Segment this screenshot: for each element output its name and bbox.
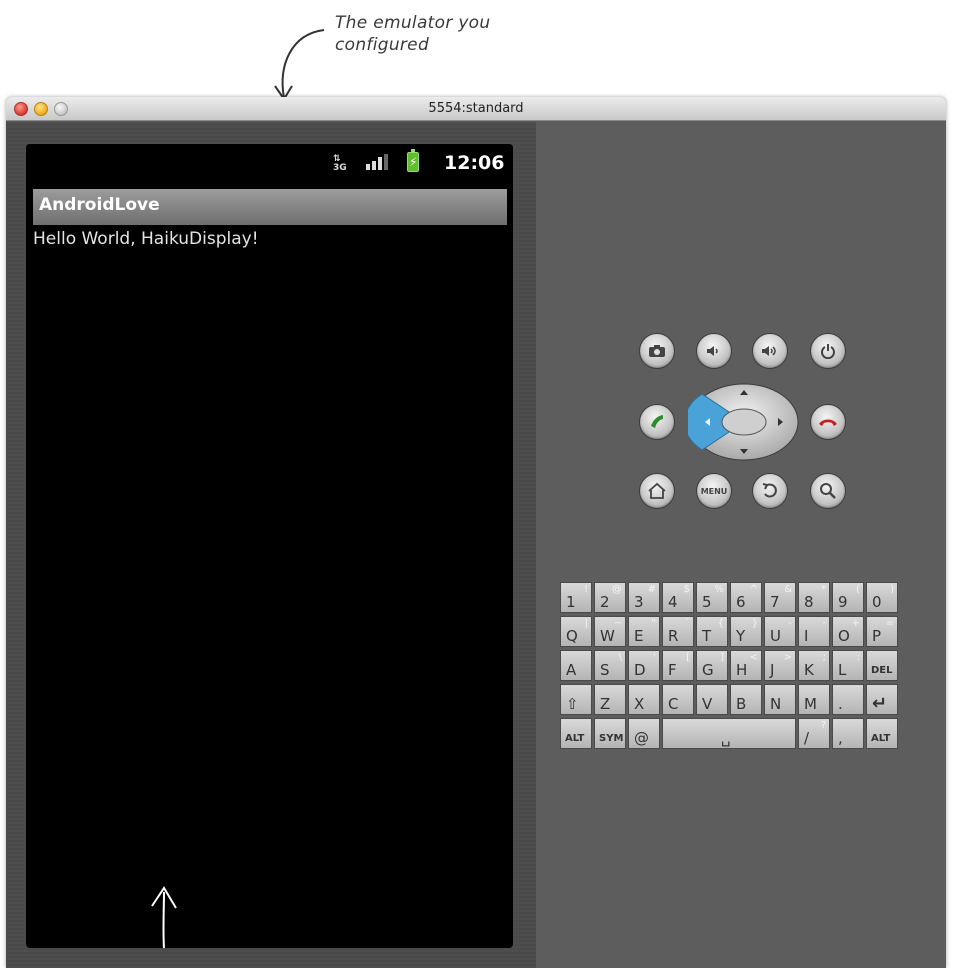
- key[interactable]: 0): [866, 582, 898, 613]
- enter-key[interactable]: ↵: [866, 684, 898, 715]
- key[interactable]: Y}: [730, 616, 762, 647]
- key[interactable]: L:: [832, 650, 864, 681]
- status-bar: ⇅ 3G ⚡ 12:06: [26, 144, 513, 180]
- key[interactable]: C: [662, 684, 694, 715]
- key[interactable]: S \: [594, 650, 626, 681]
- key[interactable]: P =: [866, 616, 898, 647]
- key[interactable]: X: [628, 684, 660, 715]
- key[interactable]: G]: [696, 650, 728, 681]
- key[interactable]: 5%: [696, 582, 728, 613]
- key[interactable]: I-: [798, 616, 830, 647]
- key[interactable]: /?: [798, 718, 830, 749]
- call-icon: [651, 415, 663, 428]
- annotation-line-2: configured: [335, 35, 430, 55]
- volume-down-icon: [707, 346, 718, 356]
- key[interactable]: K;: [798, 650, 830, 681]
- key[interactable]: 3 #: [628, 582, 660, 613]
- window-titlebar[interactable]: 5554:standard: [6, 97, 946, 121]
- key[interactable]: V: [696, 684, 728, 715]
- key[interactable]: N: [764, 684, 796, 715]
- home-button[interactable]: [639, 473, 675, 509]
- annotation-arrow-icon: [274, 29, 325, 101]
- keyboard: 1! 2 @ 3 # 4 $ 5% 6 ^ 7 & 8 * 9( 0) Q | W ~ E " R…: [560, 582, 932, 758]
- comma-key[interactable]: ,: [832, 718, 864, 749]
- key[interactable]: 1!: [560, 582, 592, 613]
- dpad[interactable]: [688, 382, 800, 462]
- key[interactable]: 7 &: [764, 582, 796, 613]
- key[interactable]: W ~: [594, 616, 626, 647]
- device-pane: ⇅ 3G ⚡ 12:06 AndroidLove Hello World, Hai…: [6, 122, 536, 968]
- key[interactable]: Q |: [560, 616, 592, 647]
- at-key[interactable]: @: [628, 718, 660, 749]
- key[interactable]: F[: [662, 650, 694, 681]
- key[interactable]: M: [798, 684, 830, 715]
- search-icon: [820, 483, 836, 499]
- app-title: AndroidLove: [39, 195, 160, 215]
- menu-label: MENU: [700, 486, 728, 496]
- window-title: 5554:standard: [428, 101, 524, 116]
- power-icon: [821, 344, 835, 359]
- key[interactable]: 9(: [832, 582, 864, 613]
- annotation-callout: The emulator you configured: [335, 12, 555, 56]
- volume-up-button[interactable]: [752, 333, 788, 369]
- alt-key-left[interactable]: ALT: [560, 718, 592, 749]
- end-call-icon: [819, 419, 837, 426]
- call-button[interactable]: [639, 404, 675, 440]
- hello-text: Hello World, HaikuDisplay!: [33, 229, 259, 249]
- device-screen[interactable]: ⇅ 3G ⚡ 12:06 AndroidLove Hello World, Hai…: [26, 144, 513, 948]
- key[interactable]: .: [832, 684, 864, 715]
- camera-icon: [649, 345, 665, 357]
- back-button[interactable]: [752, 473, 788, 509]
- back-icon: [762, 483, 777, 498]
- emulator-window: 5554:standard ⇅ 3G ⚡ 12:06 AndroidLove He…: [6, 97, 946, 968]
- shift-key[interactable]: ⇧: [560, 684, 592, 715]
- key[interactable]: H <: [730, 650, 762, 681]
- annotation-line-1: The emulator you: [335, 13, 491, 33]
- volume-down-button[interactable]: [696, 333, 732, 369]
- alt-key-right[interactable]: ALT: [866, 718, 898, 749]
- key[interactable]: Z: [594, 684, 626, 715]
- space-key[interactable]: ␣: [662, 718, 796, 749]
- camera-button[interactable]: [639, 333, 675, 369]
- battery-charging-icon: ⚡: [407, 149, 419, 172]
- search-button[interactable]: [810, 473, 846, 509]
- app-titlebar: AndroidLove: [33, 189, 507, 225]
- key[interactable]: U-: [764, 616, 796, 647]
- pointer-arrow-icon: [151, 886, 177, 948]
- key[interactable]: A: [560, 650, 592, 681]
- volume-up-icon: [762, 346, 776, 356]
- network-3g-icon: ⇅ 3G: [333, 154, 347, 173]
- status-time: 12:06: [444, 152, 505, 174]
- key[interactable]: 2 @: [594, 582, 626, 613]
- key[interactable]: R `: [662, 616, 694, 647]
- key[interactable]: J >: [764, 650, 796, 681]
- key[interactable]: E ": [628, 616, 660, 647]
- key[interactable]: O +: [832, 616, 864, 647]
- key[interactable]: 6 ^: [730, 582, 762, 613]
- key[interactable]: 4 $: [662, 582, 694, 613]
- home-icon: [648, 482, 666, 499]
- sym-key[interactable]: SYM: [594, 718, 626, 749]
- key[interactable]: D ': [628, 650, 660, 681]
- key[interactable]: T{: [696, 616, 728, 647]
- delete-key[interactable]: DEL: [866, 650, 898, 681]
- end-call-button[interactable]: [810, 404, 846, 440]
- key[interactable]: 8 *: [798, 582, 830, 613]
- controls-pane: MENU 1! 2 @ 3 # 4 $ 5% 6 ^ 7 & 8 * 9( 0) Q | W ~…: [536, 122, 946, 968]
- power-button[interactable]: [810, 333, 846, 369]
- key[interactable]: B: [730, 684, 762, 715]
- menu-button[interactable]: MENU: [696, 473, 732, 509]
- signal-strength-icon: [366, 154, 388, 170]
